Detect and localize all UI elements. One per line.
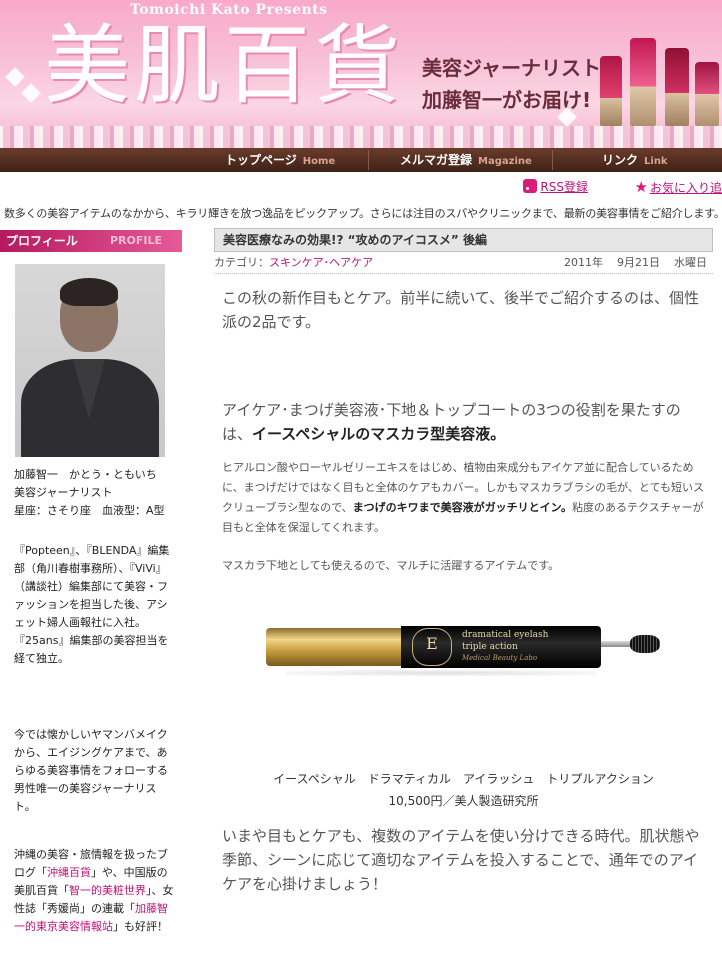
tagline-1: 美容ジャーナリスト <box>422 56 601 80</box>
nav-magazine-label: メルマガ登録 <box>400 153 473 167</box>
article-closing: いまや目もとケアも、複数のアイテムを使い分けできる時代。肌状態や季節、シーンに応… <box>222 827 700 893</box>
article-sub-lead: アイケア･まつげ美容液･下地＆トップコートの3つの役割を果たすのは、イースペシャ… <box>222 398 708 446</box>
lipstick-decoration <box>600 56 622 126</box>
favorite-link-wrap: ★ お気に入り追 <box>635 178 722 196</box>
bio3-text: 」も好評！ <box>113 920 168 933</box>
product-label-2: triple action <box>462 642 518 652</box>
mascara-wand <box>601 641 631 647</box>
product-logo-mark: E <box>412 628 452 666</box>
sidebar: プロフィール PROFILE 加藤智一 かとう・ともいち 美容ジャーナリスト 星… <box>0 230 182 933</box>
profile-title-en: PROFILE <box>109 234 162 247</box>
nav-magazine-en: Magazine <box>478 156 532 167</box>
star-icon: ★ <box>634 178 648 196</box>
product-label-1: dramatical eyelash <box>462 630 549 640</box>
category-link[interactable]: スキンケア･ヘアケア <box>269 256 373 269</box>
article-title: 美容医療なみの効果!? “攻めのアイコスメ” 後編 <box>214 228 713 252</box>
article: 美容医療なみの効果!? “攻めのアイコスメ” 後編 カテゴリ：スキンケア･ヘアケ… <box>214 228 713 893</box>
lipstick-decoration <box>630 38 656 126</box>
profile-basic: 加藤智一 かとう・ともいち 美容ジャーナリスト 星座：さそり座 血液型：A型 <box>14 466 176 520</box>
link-china[interactable]: 智一的美粧世界 <box>69 884 146 897</box>
profile-job: 美容ジャーナリスト <box>14 486 113 499</box>
body-strong: まつげのキワまで美容液がガッチリとイン。 <box>352 501 573 514</box>
date-year: 2011年 <box>564 256 603 269</box>
article-date: 2011年 9月21日 水曜日 <box>564 252 707 274</box>
nav-home[interactable]: トップページ Home <box>225 148 335 172</box>
rss-icon <box>523 179 538 193</box>
sub-lead-strong: イースペシャルのマスカラ型美容液。 <box>252 425 506 443</box>
profile-header: プロフィール PROFILE <box>0 230 182 252</box>
nav-link-label: リンク <box>602 153 639 167</box>
link-okinawa[interactable]: 沖縄百貨 <box>47 866 91 879</box>
nav-magazine[interactable]: メルマガ登録 Magazine <box>400 148 532 172</box>
product-caption-1: イースペシャル ドラマティカル アイラッシュ トリプルアクション <box>273 772 654 786</box>
profile-bio-3: 沖縄の美容・旅情報を扱ったブログ「沖縄百貨」や、中国版の美肌百貨「智一的美粧世界… <box>14 846 176 936</box>
sparkle-strip <box>0 126 722 148</box>
nav-home-en: Home <box>302 156 336 167</box>
category-label: カテゴリ： <box>214 256 269 269</box>
site-logo[interactable]: 美肌百貨 <box>44 16 404 116</box>
profile-name: 加藤智一 かとう・ともいち <box>14 468 157 481</box>
gem-decoration <box>21 83 41 103</box>
profile-title: プロフィール <box>6 234 78 248</box>
nav-link-en: Link <box>644 156 668 167</box>
article-lead: この秋の新作目もとケア。前半に続いて、後半でご紹介するのは、個性派の2品です。 <box>222 289 700 331</box>
site-intro: 数多くの美容アイテムのなかから、キラリ輝きを放つ逸品をピックアップ。さらには注目… <box>4 207 722 220</box>
lipstick-decoration <box>695 62 719 126</box>
article-meta: カテゴリ：スキンケア･ヘアケア 2011年 9月21日 水曜日 <box>214 252 713 274</box>
nav-home-label: トップページ <box>225 153 297 167</box>
date-day: 9月21日 <box>617 256 660 269</box>
product-caption-2: 10,500円／美人製造研究所 <box>388 794 539 808</box>
product-image: E dramatical eyelash triple action Medic… <box>266 600 666 695</box>
gem-decoration <box>5 67 25 87</box>
nav-link[interactable]: リンク Link <box>602 148 668 172</box>
photo-hair <box>60 278 118 306</box>
profile-bio-1: 『Popteen』、『BLENDA』編集部（角川春樹事務所）、『ViVi』（講談… <box>14 544 170 665</box>
product-label-3: Medical Beauty Labo <box>462 654 538 662</box>
rss-link[interactable]: RSS登録 <box>540 180 588 194</box>
lipstick-decoration <box>665 48 689 126</box>
product-shadow <box>286 670 596 676</box>
date-weekday: 水曜日 <box>674 256 707 269</box>
mascara-cap <box>266 628 406 666</box>
mascara-brush <box>630 635 660 653</box>
article-body-1: ヒアルロン酸やローヤルゼリーエキスをはじめ、植物由来成分もアイケア並に配合してい… <box>222 458 708 538</box>
profile-photo <box>15 264 165 457</box>
utility-links: RSS登録 ★ お気に入り追 <box>422 178 722 196</box>
favorite-link[interactable]: お気に入り追 <box>650 181 722 195</box>
profile-sign: 星座：さそり座 血液型：A型 <box>14 504 165 517</box>
nav-divider <box>552 150 553 170</box>
header-banner: Tomoichi Kato Presents 美肌百貨 美容ジャーナリスト 加藤… <box>0 0 722 148</box>
article-body-2: マスカラ下地としても使えるので、マルチに活躍するアイテムです。 <box>222 559 560 572</box>
main-nav: トップページ Home メルマガ登録 Magazine リンク Link <box>0 148 722 172</box>
rss-link-wrap: RSS登録 <box>523 178 588 195</box>
profile-bio-2: 今では懐かしいヤマンバメイクから、エイジングケアまで、あらゆる美容事情をフォロー… <box>14 728 168 813</box>
nav-divider <box>368 150 369 170</box>
